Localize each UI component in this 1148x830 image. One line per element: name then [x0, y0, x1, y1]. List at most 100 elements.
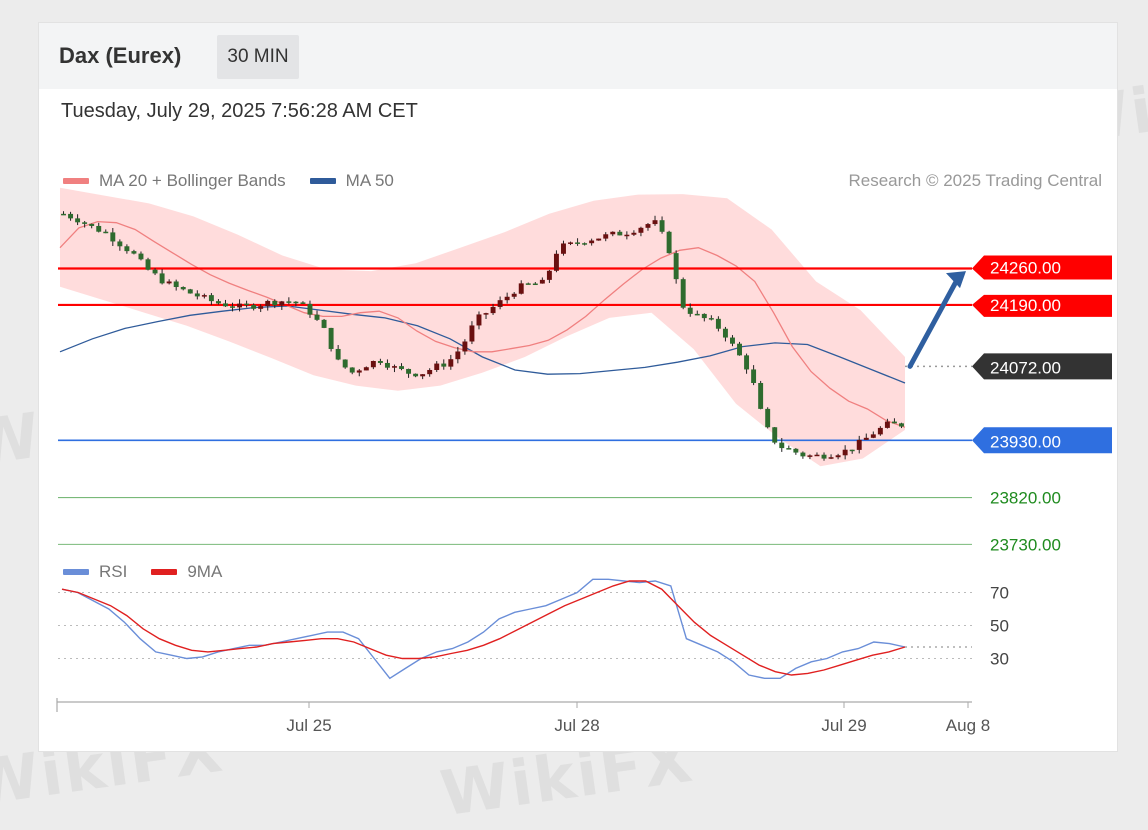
- candle-body: [568, 242, 573, 244]
- candle-body: [786, 448, 792, 450]
- candle-body: [525, 283, 531, 285]
- candle-body: [230, 306, 235, 308]
- x-axis: Jul 25 Jul 28 Jul 29 Aug 8: [56, 698, 990, 735]
- level-label-support: 23730.00: [990, 535, 1061, 554]
- candle-body: [124, 246, 130, 252]
- candle-body: [384, 362, 390, 368]
- candle-body: [751, 369, 757, 384]
- candle-body: [863, 437, 869, 440]
- candle-body: [476, 314, 482, 326]
- candle-body: [511, 293, 517, 297]
- candle-body: [532, 283, 538, 286]
- candle-body: [744, 355, 750, 370]
- x-axis-tick-label: Jul 29: [821, 716, 866, 735]
- candle-body: [68, 213, 74, 219]
- candle-body: [737, 343, 742, 356]
- candle-body: [96, 225, 102, 232]
- candle-body: [370, 361, 376, 368]
- candle-body: [765, 408, 771, 428]
- level-label-current: 24072.00: [990, 358, 1061, 377]
- candle-body: [349, 367, 355, 373]
- candle-body: [110, 232, 116, 242]
- candle-body: [680, 279, 686, 308]
- candle-body: [715, 318, 721, 329]
- candle-body: [427, 369, 433, 375]
- candle-body: [497, 300, 503, 307]
- candle-body: [131, 251, 137, 254]
- candle-body: [321, 319, 327, 328]
- candle-body: [884, 421, 890, 428]
- candle-body: [687, 307, 693, 314]
- candle-body: [166, 281, 172, 284]
- candle-body: [673, 253, 679, 280]
- candle-body: [504, 296, 510, 301]
- candle-body: [659, 220, 665, 232]
- candle-body: [722, 328, 728, 338]
- candle-body: [807, 455, 813, 457]
- candle-body: [828, 457, 834, 459]
- rsi-tick-label: 30: [990, 650, 1009, 669]
- candle-body: [448, 359, 454, 367]
- candle-body: [300, 302, 306, 304]
- candle-body: [434, 363, 440, 370]
- candle-body: [159, 273, 165, 284]
- candle-body: [377, 361, 383, 363]
- candle-body: [215, 301, 221, 304]
- candle-body: [596, 238, 602, 241]
- candle-body: [631, 232, 637, 235]
- candle-body: [335, 348, 341, 360]
- candle-body: [75, 218, 81, 223]
- candle-body: [194, 293, 200, 297]
- candle-body: [561, 243, 566, 254]
- candle-body: [363, 367, 369, 371]
- candle-body: [251, 304, 257, 309]
- candle-body: [483, 313, 489, 315]
- candle-body: [490, 306, 496, 314]
- candle-body: [730, 337, 735, 344]
- candle-body: [870, 434, 876, 438]
- candle-body: [152, 269, 158, 274]
- level-label-support: 23820.00: [990, 489, 1061, 508]
- candle-body: [237, 303, 243, 308]
- candle-body: [293, 301, 299, 304]
- candle-body: [624, 234, 630, 237]
- candle-body: [582, 243, 588, 245]
- candle-body: [61, 213, 66, 216]
- candle-body: [877, 427, 883, 435]
- candle-body: [392, 366, 397, 368]
- candle-body: [617, 231, 623, 236]
- candle-body: [793, 448, 799, 453]
- price-panel: 24260.00 24190.00 24072.00 23930.00 23820.00…: [58, 187, 1112, 554]
- candle-body: [842, 449, 848, 456]
- candle-body: [546, 270, 552, 280]
- candle-body: [779, 442, 785, 449]
- candle-body: [553, 253, 559, 271]
- candle-body: [462, 341, 468, 352]
- candle-body: [539, 279, 545, 284]
- level-label-pivot: 23930.00: [990, 432, 1061, 451]
- candle-body: [638, 227, 644, 233]
- candle-body: [603, 234, 609, 239]
- candle-body: [406, 368, 412, 374]
- rsi-tick-label: 70: [990, 584, 1009, 603]
- chart-canvas: 24260.00 24190.00 24072.00 23930.00 23820.00…: [56, 187, 1112, 735]
- candle-body: [469, 325, 475, 342]
- candle-body: [821, 454, 827, 459]
- candle-body: [814, 454, 820, 457]
- candle-body: [666, 231, 672, 254]
- candle-body: [758, 383, 764, 409]
- candle-body: [575, 242, 581, 244]
- forecast-arrow-shaft: [907, 275, 961, 369]
- candle-body: [82, 222, 88, 224]
- candle-body: [117, 241, 123, 247]
- candle-body: [258, 306, 264, 309]
- rsi-panel: 70 50 30: [58, 578, 1009, 680]
- candle-body: [835, 455, 841, 458]
- x-axis-tick-label: Aug 8: [946, 716, 990, 735]
- level-label-resistance: 24260.00: [990, 258, 1061, 277]
- candle-body: [145, 259, 151, 270]
- rsi-9ma-line: [61, 580, 906, 676]
- candle-body: [899, 423, 904, 427]
- x-axis-tick-label: Jul 25: [286, 716, 331, 735]
- candle-body: [180, 287, 186, 290]
